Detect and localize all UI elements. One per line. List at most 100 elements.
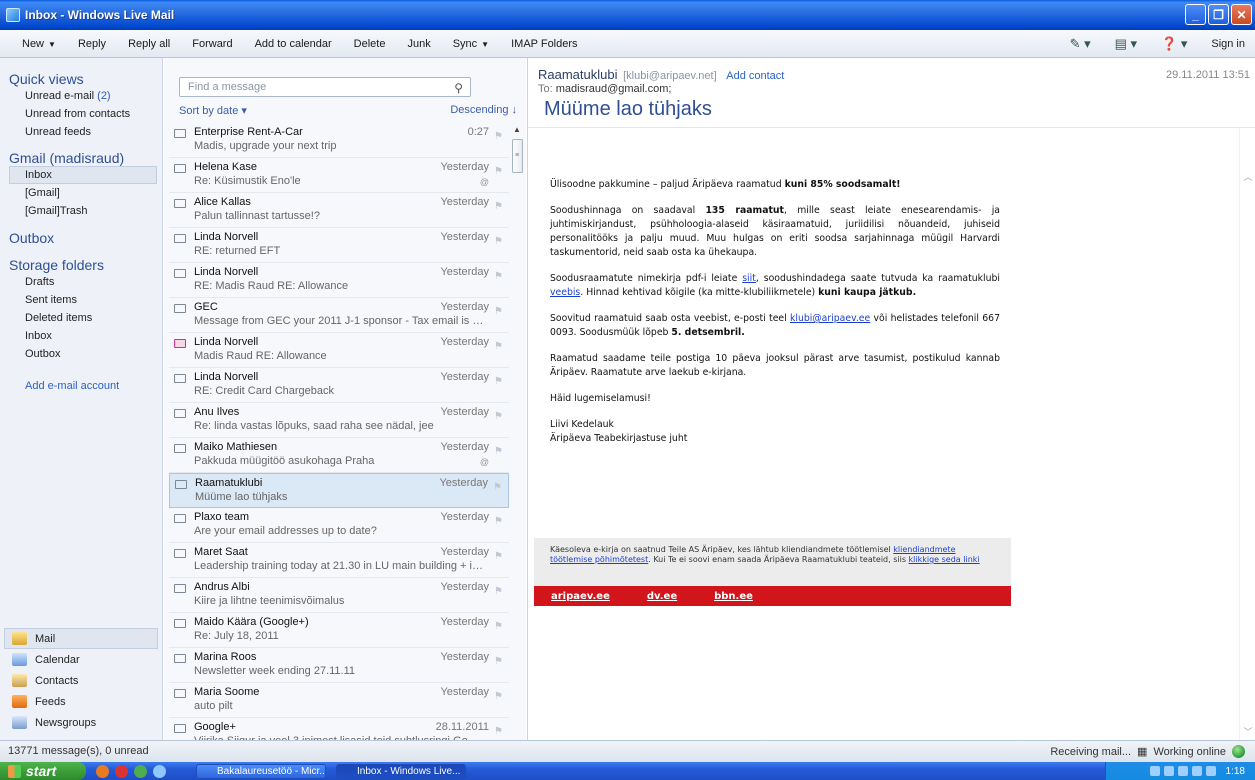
dv-link[interactable]: dv.ee (647, 591, 677, 602)
tray-icon[interactable] (1163, 766, 1174, 776)
folder-sent-items[interactable]: Sent items (0, 291, 162, 309)
quick-view-unread-email[interactable]: Unread e-mail (2) (0, 87, 162, 105)
message-row[interactable]: Maria Soome auto pilt Yesterday ⚑ (169, 683, 509, 718)
gmail-account-heading[interactable]: Gmail (madisraud) (0, 150, 162, 166)
message-row[interactable]: Alice Kallas Palun tallinnast tartusse!? Y… (169, 193, 509, 228)
message-row[interactable]: Anu Ilves Re: linda vastas lõpuks, saad r… (169, 403, 509, 438)
firefox-icon[interactable] (96, 764, 109, 778)
folder-drafts[interactable]: Drafts (0, 273, 162, 291)
bbn-link[interactable]: bbn.ee (714, 591, 753, 602)
help-icon[interactable]: ❓ ▾ (1161, 36, 1187, 52)
scroll-down-arrow[interactable]: ﹀ (1240, 725, 1255, 738)
message-row[interactable]: Helena Kase Re: Küsimustik Eno'le Yesterda… (169, 158, 509, 193)
flag-icon[interactable]: ⚑ (493, 482, 502, 493)
web-link[interactable]: veebis (550, 287, 580, 298)
message-row[interactable]: Linda Norvell RE: Credit Card Chargeback Y… (169, 368, 509, 403)
tray-icon[interactable] (1149, 766, 1160, 776)
flag-icon[interactable]: ⚑ (494, 656, 503, 667)
flag-icon[interactable]: ⚑ (494, 726, 503, 737)
reading-pane-scrollbar[interactable]: ︿ ﹀ (1239, 128, 1255, 740)
chrome-icon[interactable] (134, 764, 147, 778)
quick-view-unread-feeds[interactable]: Unread feeds (0, 123, 162, 141)
aripaev-link[interactable]: aripaev.ee (551, 591, 610, 602)
sync-button[interactable]: Sync ▼ (453, 38, 489, 50)
sort-by-button[interactable]: Sort by date ▾ (179, 105, 247, 117)
search-input[interactable]: Find a message ⚲ (179, 77, 471, 97)
folder-deleted-items[interactable]: Deleted items (0, 309, 162, 327)
flag-icon[interactable]: ⚑ (494, 341, 503, 352)
flag-icon[interactable]: ⚑ (494, 201, 503, 212)
new-button[interactable]: New ▼ (22, 38, 56, 50)
folder-gmail[interactable]: [Gmail] (0, 184, 162, 202)
flag-icon[interactable]: ⚑ (494, 306, 503, 317)
flag-icon[interactable]: ⚑ (494, 691, 503, 702)
storage-folders-heading[interactable]: Storage folders (0, 257, 162, 273)
folder-inbox[interactable]: Inbox (9, 166, 157, 184)
taskbar-item-word[interactable]: Bakalaureusetöö - Micr... (196, 763, 326, 779)
flag-icon[interactable]: ⚑ (494, 271, 503, 282)
message-row[interactable]: Maret Saat Leadership training today at 2… (169, 543, 509, 578)
quick-views-heading[interactable]: Quick views (0, 71, 162, 87)
nav-feeds[interactable]: Feeds (0, 691, 162, 712)
pdf-link[interactable]: siit (742, 273, 756, 284)
flag-icon[interactable]: ⚑ (494, 411, 503, 422)
add-to-calendar-button[interactable]: Add to calendar (255, 38, 332, 50)
start-button[interactable]: start (0, 762, 86, 780)
tray-icon[interactable] (1177, 766, 1188, 776)
junk-button[interactable]: Junk (407, 38, 430, 50)
add-email-account-link[interactable]: Add e-mail account (0, 380, 162, 392)
restore-button[interactable]: ❐ (1208, 4, 1229, 25)
opera-icon[interactable] (115, 764, 128, 778)
reply-button[interactable]: Reply (78, 38, 106, 50)
sign-in-button[interactable]: Sign in (1211, 38, 1245, 50)
outbox-heading[interactable]: Outbox (0, 230, 162, 246)
delete-button[interactable]: Delete (354, 38, 386, 50)
message-row[interactable]: Linda Norvell RE: Madis Raud RE: Allowanc… (169, 263, 509, 298)
forward-button[interactable]: Forward (192, 38, 232, 50)
nav-mail[interactable]: Mail (4, 628, 158, 649)
folder-local-inbox[interactable]: Inbox (0, 327, 162, 345)
flag-icon[interactable]: ⚑ (494, 621, 503, 632)
flag-icon[interactable]: ⚑ (494, 376, 503, 387)
reply-all-button[interactable]: Reply all (128, 38, 170, 50)
pen-icon[interactable]: ✎ ▾ (1070, 36, 1091, 52)
ie-icon[interactable] (153, 764, 166, 778)
nav-contacts[interactable]: Contacts (0, 670, 162, 691)
view-icon[interactable]: ▤ ▾ (1115, 36, 1137, 52)
tray-icon[interactable] (1205, 766, 1216, 776)
flag-icon[interactable]: ⚑ (494, 446, 503, 457)
imap-folders-button[interactable]: IMAP Folders (511, 38, 577, 50)
search-icon[interactable]: ⚲ (454, 79, 463, 97)
quick-view-unread-contacts[interactable]: Unread from contacts (0, 105, 162, 123)
scroll-up-arrow[interactable]: ▲ (510, 123, 524, 137)
folder-local-outbox[interactable]: Outbox (0, 345, 162, 363)
unsubscribe-link[interactable]: klikkige seda linki (909, 555, 980, 564)
flag-icon[interactable]: ⚑ (494, 131, 503, 142)
flag-icon[interactable]: ⚑ (494, 236, 503, 247)
message-list-scrollbar[interactable]: ▲ ≡ (510, 123, 524, 740)
nav-newsgroups[interactable]: Newsgroups (0, 712, 162, 733)
message-row[interactable]: Raamatuklubi Müüme lao tühjaks Yesterday ⚑ (169, 473, 509, 508)
message-row[interactable]: Andrus Albi Kiire ja lihtne teenimisvõima… (169, 578, 509, 613)
tray-icon[interactable] (1191, 766, 1202, 776)
minimize-button[interactable]: _ (1185, 4, 1206, 25)
email-link[interactable]: klubi@aripaev.ee (790, 313, 870, 324)
message-row[interactable]: Linda Norvell Madis Raud RE: Allowance Yes… (169, 333, 509, 368)
message-row[interactable]: Plaxo team Are your email addresses up to… (169, 508, 509, 543)
scroll-thumb[interactable]: ≡ (511, 139, 523, 173)
nav-calendar[interactable]: Calendar (0, 649, 162, 670)
add-contact-link[interactable]: Add contact (726, 70, 784, 82)
taskbar-item-mail[interactable]: Inbox - Windows Live... (336, 763, 466, 779)
flag-icon[interactable]: ⚑ (494, 166, 503, 177)
folder-gmail-trash[interactable]: [Gmail]Trash (0, 202, 162, 220)
scroll-up-arrow[interactable]: ︿ (1240, 170, 1255, 183)
flag-icon[interactable]: ⚑ (494, 516, 503, 527)
close-button[interactable]: ✕ (1231, 4, 1252, 25)
sender-name[interactable]: Raamatuklubi (538, 67, 618, 82)
message-row[interactable]: GEC Message from GEC your 2011 J-1 sponso… (169, 298, 509, 333)
message-row[interactable]: Google+Viirika Siigur ja veel 3 inimest … (169, 718, 509, 740)
message-row[interactable]: Linda Norvell RE: returned EFT Yesterday ⚑ (169, 228, 509, 263)
flag-icon[interactable]: ⚑ (494, 551, 503, 562)
message-row[interactable]: Maido Käära (Google+) Re: July 18, 2011 Ye… (169, 613, 509, 648)
sort-order-button[interactable]: Descending ↓ (450, 104, 517, 116)
